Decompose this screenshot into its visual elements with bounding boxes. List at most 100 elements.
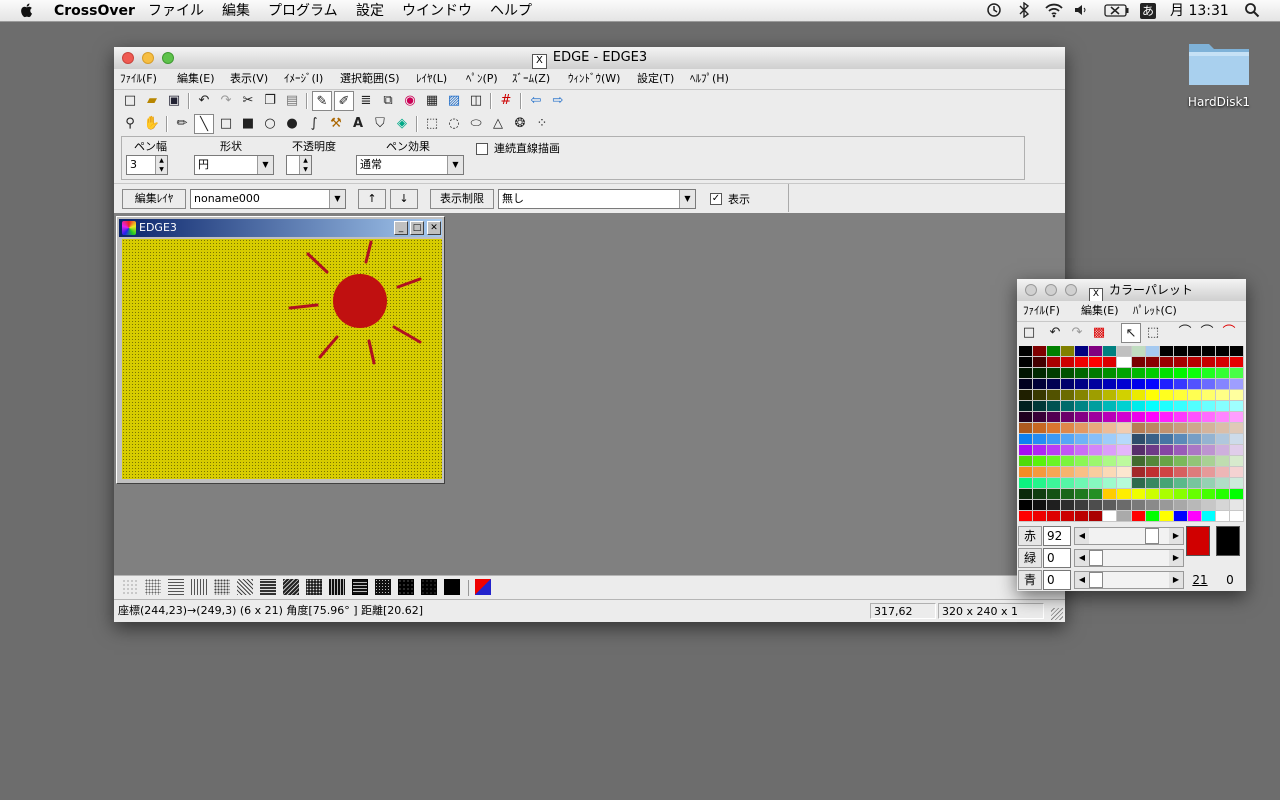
- pattern-2-icon[interactable]: [145, 579, 161, 595]
- time-machine-icon[interactable]: [986, 2, 1002, 23]
- minimize-icon[interactable]: _: [394, 221, 408, 235]
- pattern-14-icon[interactable]: [421, 579, 437, 595]
- line-pattern-icon[interactable]: ≣: [356, 91, 376, 111]
- chevron-down-icon[interactable]: ▼: [257, 156, 273, 174]
- menu-window[interactable]: ウインドウ: [402, 2, 472, 20]
- zoom-tool-icon[interactable]: ⚲: [120, 114, 140, 134]
- grid-icon[interactable]: #: [496, 91, 516, 111]
- input-method-icon[interactable]: あ: [1140, 3, 1156, 19]
- frame-icon[interactable]: ◫: [466, 91, 486, 111]
- undo-icon[interactable]: ↶: [1045, 323, 1065, 343]
- gradient-b-icon[interactable]: ⌒: [1197, 323, 1217, 343]
- prev-icon[interactable]: ⇦: [526, 91, 546, 111]
- menu-view[interactable]: 表示(V): [230, 72, 268, 86]
- menu-edit[interactable]: 編集: [222, 2, 250, 20]
- close-window-button[interactable]: [122, 52, 134, 64]
- pattern-4-icon[interactable]: [191, 579, 207, 595]
- continuous-line-checkbox[interactable]: [476, 143, 488, 155]
- menu-selection[interactable]: 選択範囲(S): [340, 72, 400, 86]
- pattern-select-icon[interactable]: ⁘: [532, 114, 552, 134]
- menu-layer[interactable]: ﾚｲﾔ(L): [416, 72, 447, 86]
- pattern-9-icon[interactable]: [306, 579, 322, 595]
- slider-thumb[interactable]: [1089, 550, 1103, 566]
- new-palette-icon[interactable]: □: [1019, 323, 1039, 343]
- pattern-6-icon[interactable]: [237, 579, 253, 595]
- menu-help[interactable]: ヘルプ: [490, 2, 532, 20]
- palette-grid[interactable]: [1019, 346, 1244, 522]
- chevron-down-icon[interactable]: ▼: [447, 156, 463, 174]
- poly-select-icon[interactable]: △: [488, 114, 508, 134]
- background-color-swatch[interactable]: [1216, 526, 1240, 556]
- image-icon[interactable]: ▨: [444, 91, 464, 111]
- menu-window[interactable]: ｳｨﾝﾄﾞｳ(W): [568, 72, 620, 86]
- copy-icon[interactable]: ❐: [260, 91, 280, 111]
- chevron-down-icon[interactable]: ▼: [329, 190, 345, 208]
- pattern-10-icon[interactable]: [329, 579, 345, 595]
- menu-edit[interactable]: 編集(E): [177, 72, 215, 86]
- pen-width-spinner[interactable]: 3 ▲ ▼: [126, 155, 168, 175]
- redo-icon[interactable]: ↷: [1067, 323, 1087, 343]
- menu-file[interactable]: ﾌｧｲﾙ(F): [120, 72, 157, 86]
- pen-effect-select[interactable]: 通常 ▼: [356, 155, 464, 175]
- document-titlebar[interactable]: EDGE3 _ □ ✕: [119, 219, 442, 237]
- spotlight-icon[interactable]: [1244, 2, 1260, 23]
- bucket-tool-icon[interactable]: ⛉: [370, 114, 390, 134]
- paste-icon[interactable]: ▤: [282, 91, 302, 111]
- green-slider[interactable]: ◀ ▶: [1074, 549, 1184, 567]
- palette-titlebar[interactable]: X カラーパレット: [1017, 279, 1246, 302]
- magic-select-icon[interactable]: ❂: [510, 114, 530, 134]
- menu-zoom[interactable]: ｽﾞｰﾑ(Z): [512, 72, 550, 86]
- zoom-window-button[interactable]: [162, 52, 174, 64]
- select-range-icon[interactable]: ⬚: [1143, 323, 1163, 343]
- ellipse-tool-icon[interactable]: ○: [260, 114, 280, 134]
- pattern-12-icon[interactable]: [375, 579, 391, 595]
- rect-tool-icon[interactable]: □: [216, 114, 236, 134]
- open-file-icon[interactable]: ▰: [142, 91, 162, 111]
- palette-menu-file[interactable]: ﾌｧｲﾙ(F): [1023, 304, 1060, 318]
- close-icon[interactable]: ✕: [427, 221, 441, 235]
- color-pattern-icon[interactable]: [475, 579, 491, 595]
- filled-rect-tool-icon[interactable]: ■: [238, 114, 258, 134]
- arrow-left-icon[interactable]: ◀: [1075, 550, 1089, 566]
- menu-program[interactable]: プログラム: [268, 2, 338, 20]
- palette-menu-palette[interactable]: ﾊﾟﾚｯﾄ(C): [1133, 304, 1177, 318]
- display-limit-select[interactable]: 無し ▼: [498, 189, 696, 209]
- slider-thumb[interactable]: [1145, 528, 1159, 544]
- pattern-8-icon[interactable]: [283, 579, 299, 595]
- menu-image[interactable]: ｲﾒｰｼﾞ(I): [284, 72, 323, 86]
- harddisk-desktop-icon[interactable]: HardDisk1: [1176, 36, 1262, 109]
- resize-grip-icon[interactable]: [1051, 608, 1063, 620]
- pattern-5-icon[interactable]: [214, 579, 230, 595]
- fill-tool-icon[interactable]: ◈: [392, 114, 412, 134]
- minimize-window-button[interactable]: [1045, 284, 1057, 296]
- pattern-13-icon[interactable]: [398, 579, 414, 595]
- pattern-3-icon[interactable]: [168, 579, 184, 595]
- pen-tool-a-icon[interactable]: ✎: [312, 91, 332, 111]
- chevron-down-icon[interactable]: ▼: [679, 190, 695, 208]
- pattern-1-icon[interactable]: [122, 579, 138, 595]
- layer-select[interactable]: noname000 ▼: [190, 189, 346, 209]
- layers-icon[interactable]: ⧉: [378, 91, 398, 111]
- lasso-select-icon[interactable]: ⬭: [466, 114, 486, 134]
- menu-file[interactable]: ファイル: [148, 2, 204, 20]
- drawing-canvas[interactable]: [122, 239, 442, 479]
- layer-down-button[interactable]: ↓: [390, 189, 418, 209]
- next-icon[interactable]: ⇨: [548, 91, 568, 111]
- gradient-c-icon[interactable]: ⌒: [1219, 323, 1239, 343]
- arrow-right-icon[interactable]: ▶: [1169, 550, 1183, 566]
- main-titlebar[interactable]: X EDGE - EDGE3: [114, 47, 1065, 70]
- menu-pen[interactable]: ﾍﾟﾝ(P): [466, 72, 498, 86]
- layer-up-button[interactable]: ↑: [358, 189, 386, 209]
- menu-help[interactable]: ﾍﾙﾌﾟ(H): [690, 72, 729, 86]
- curve-tool-icon[interactable]: ∫: [304, 114, 324, 134]
- gradient-a-icon[interactable]: ⌒: [1175, 323, 1195, 343]
- wifi-icon[interactable]: [1044, 2, 1064, 23]
- slider-thumb[interactable]: [1089, 572, 1103, 588]
- maximize-icon[interactable]: □: [410, 221, 424, 235]
- close-window-button[interactable]: [1025, 284, 1037, 296]
- arrow-right-icon[interactable]: ▶: [1169, 528, 1183, 544]
- ellipse-select-icon[interactable]: ◌: [444, 114, 464, 134]
- rect-select-icon[interactable]: ⬚: [422, 114, 442, 134]
- edit-layer-button[interactable]: 編集ﾚｲﾔ: [122, 189, 186, 209]
- app-menu[interactable]: CrossOver: [54, 2, 135, 20]
